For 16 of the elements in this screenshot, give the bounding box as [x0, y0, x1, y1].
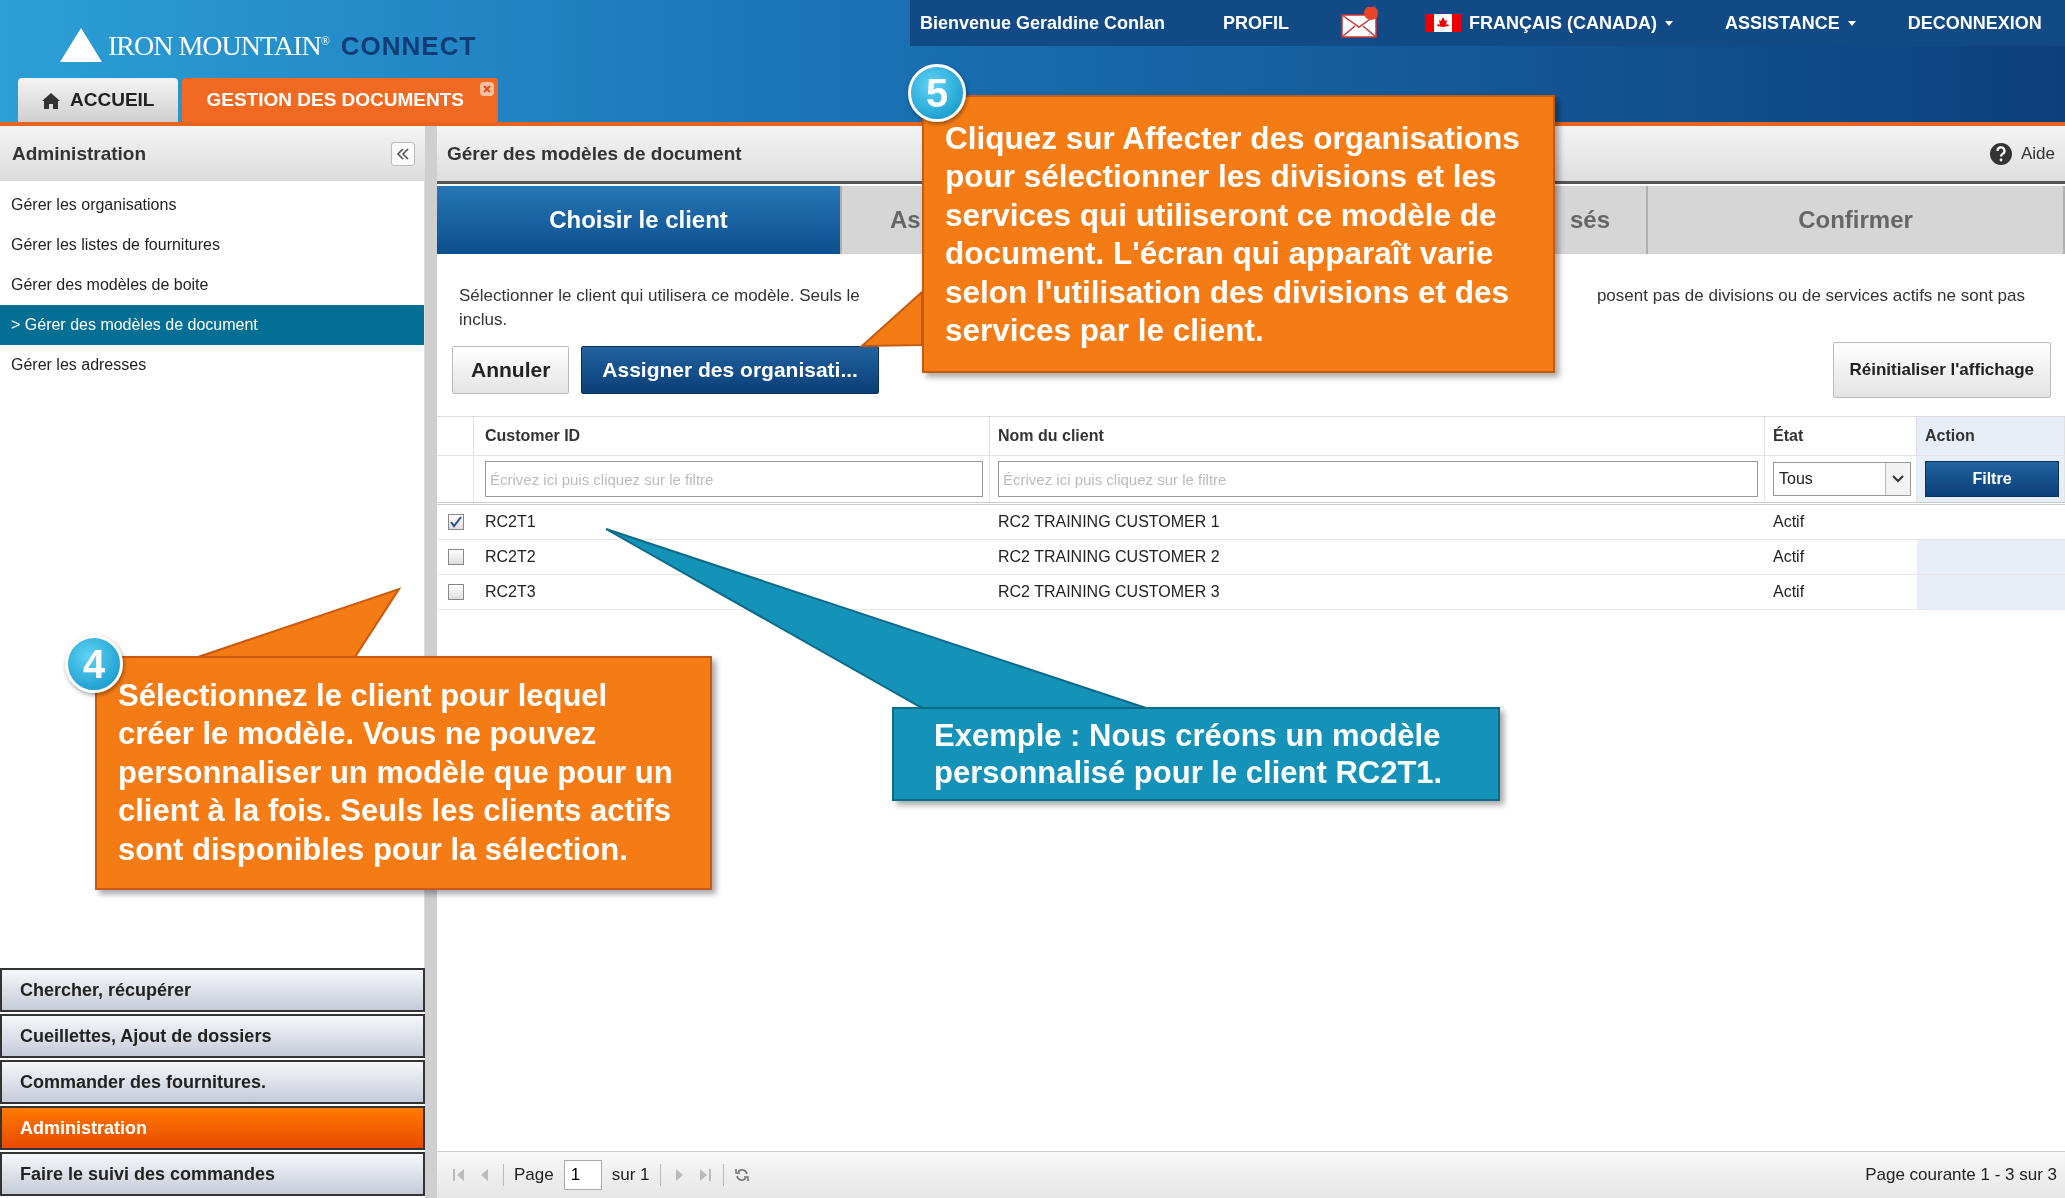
- instruction-text: inclus.: [459, 310, 508, 330]
- product-name: CONNECT: [340, 31, 477, 62]
- pager-summary: Page courante 1 - 3 sur 3: [1865, 1165, 2057, 1185]
- instruction-text: posent pas de divisions ou de services actifs ne sont pas: [1596, 286, 2025, 306]
- table-cell: Actif: [1765, 505, 1917, 540]
- welcome-text: Bienvenue Geraldine Conlan: [920, 12, 1166, 34]
- pager-label: sur 1: [611, 1165, 650, 1185]
- page-title: Gérer des modèles de document: [447, 142, 742, 165]
- table-cell: RC2 TRAINING CUSTOMER 1: [990, 505, 1765, 540]
- table-cell: RC2 TRAINING CUSTOMER 3: [990, 575, 1765, 610]
- callout-text: Exemple : Nous créons un modèle personnalisé pour le client RC2T1.: [934, 717, 1444, 791]
- panel-title: Administration: [12, 142, 147, 165]
- logo-text: IRON MOUNTAIN$^{®}$: [108, 30, 329, 62]
- pager-label: Page: [514, 1165, 554, 1185]
- instruction-text: Sélectionner le client qui utilisera ce modèle. Seuls le: [459, 286, 860, 306]
- table-cell: RC2 TRAINING CUSTOMER 2: [990, 540, 1765, 575]
